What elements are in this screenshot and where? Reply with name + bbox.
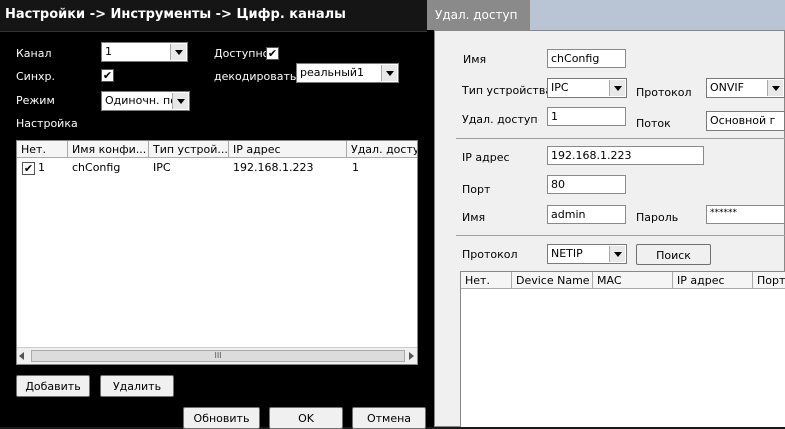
protocol-select[interactable]: ONVIF xyxy=(706,78,785,98)
chevron-down-icon[interactable] xyxy=(609,246,625,262)
chevron-down-icon[interactable] xyxy=(381,65,397,81)
row-remote: 1 xyxy=(352,161,359,174)
port-input[interactable]: 80 xyxy=(547,175,626,194)
dialog-title: Настройки -> Инструменты -> Цифр. каналы xyxy=(0,0,430,32)
divider xyxy=(456,138,785,139)
stream-value: Основной г xyxy=(710,114,776,127)
available-checkbox[interactable]: ✔ xyxy=(266,47,279,60)
delete-button[interactable]: Удалить xyxy=(100,375,174,397)
chevron-down-icon[interactable] xyxy=(609,80,625,96)
protocol-value: ONVIF xyxy=(710,81,744,94)
chevron-down-icon[interactable] xyxy=(170,44,186,60)
settings-label: Настройка xyxy=(16,117,78,130)
col-header-name[interactable]: Имя конфи... xyxy=(68,141,149,158)
scroll-right-icon[interactable] xyxy=(409,352,414,360)
col-header-num[interactable]: Нет. xyxy=(461,272,512,289)
available-label: Доступно xyxy=(214,47,270,60)
col-header-mac[interactable]: MAC xyxy=(593,272,673,289)
col-header-port[interactable]: Порт xyxy=(753,272,785,289)
decode-select-value: реальный1 xyxy=(300,66,365,79)
password-label: Пароль xyxy=(636,211,679,224)
refresh-button[interactable]: Обновить xyxy=(183,407,260,429)
title-bar-background xyxy=(530,0,785,30)
ok-button[interactable]: OK xyxy=(269,407,343,429)
username-input[interactable]: admin xyxy=(547,205,626,224)
decode-select[interactable]: реальный1 xyxy=(296,63,399,83)
checkmark-icon: ✔ xyxy=(267,47,278,60)
port-label: Порт xyxy=(462,183,491,196)
device-type-label: Тип устройства xyxy=(462,84,553,97)
name-label: Имя xyxy=(463,53,487,66)
decode-label: декодировать xyxy=(214,70,297,83)
divider xyxy=(456,235,785,236)
table-row[interactable]: ✔ 1 chConfig IPC 192.168.1.223 1 xyxy=(17,159,417,176)
col-header-device-name[interactable]: Device Name xyxy=(512,272,593,289)
protocol-label: Протокол xyxy=(636,86,692,99)
ip-input[interactable]: 192.168.1.223 xyxy=(547,146,704,165)
row-name: chConfig xyxy=(72,161,121,174)
checkmark-icon: ✔ xyxy=(23,162,34,175)
channel-select[interactable]: 1 xyxy=(101,42,188,62)
horizontal-scrollbar[interactable]: III xyxy=(17,347,417,364)
checkmark-icon: ✔ xyxy=(102,69,113,82)
remote-input[interactable]: 1 xyxy=(547,107,626,126)
row-ip: 192.168.1.223 xyxy=(233,161,314,174)
cancel-button[interactable]: Отмена xyxy=(352,407,426,429)
sync-label: Синхр. xyxy=(16,70,56,83)
stream-label: Поток xyxy=(636,117,671,130)
row-type: IPC xyxy=(153,161,171,174)
add-button[interactable]: Добавить xyxy=(16,375,90,397)
device-search-table: Нет. Device Name MAC IP адрес Порт xyxy=(460,271,785,427)
sync-checkbox[interactable]: ✔ xyxy=(101,69,114,82)
channel-select-value: 1 xyxy=(105,45,112,58)
password-input[interactable]: ****** xyxy=(706,205,785,224)
col-header-ip[interactable]: IP адрес xyxy=(673,272,753,289)
col-header-num[interactable]: Нет. xyxy=(17,141,68,158)
col-header-type[interactable]: Тип устрой... xyxy=(149,141,229,158)
chevron-down-icon[interactable] xyxy=(172,93,188,109)
col-header-ip[interactable]: IP адрес xyxy=(229,141,347,158)
scroll-thumb[interactable]: III xyxy=(31,350,405,362)
row-checkbox[interactable]: ✔ xyxy=(22,162,35,175)
username-label: Имя xyxy=(462,211,486,224)
channels-table: Нет. Имя конфи... Тип устрой... IP адрес… xyxy=(16,140,418,365)
chevron-down-icon[interactable] xyxy=(767,80,783,96)
search-protocol-value: NETIP xyxy=(551,247,583,260)
device-type-select[interactable]: IPC xyxy=(547,78,627,98)
search-protocol-select[interactable]: NETIP xyxy=(547,244,627,264)
mode-select[interactable]: Одиночн. под xyxy=(101,91,190,111)
col-header-remote[interactable]: Удал. доступ xyxy=(347,141,417,158)
row-num: 1 xyxy=(38,161,45,174)
mode-label: Режим xyxy=(16,94,55,107)
stream-select[interactable]: Основной г xyxy=(706,111,785,131)
name-input[interactable]: chConfig xyxy=(547,49,626,68)
scroll-left-icon[interactable] xyxy=(19,352,24,360)
remote-label: Удал. доступ xyxy=(462,113,538,126)
search-button[interactable]: Поиск xyxy=(636,244,711,265)
channel-label: Канал xyxy=(16,47,52,60)
search-protocol-label: Протокол xyxy=(462,248,518,261)
device-type-value: IPC xyxy=(551,81,569,94)
ip-label: IP адрес xyxy=(462,151,510,164)
